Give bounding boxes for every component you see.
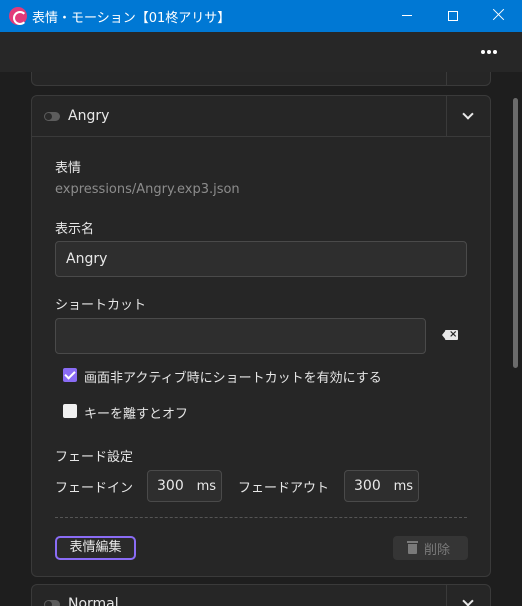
app-icon bbox=[9, 7, 27, 25]
next-expression-card: Normal bbox=[31, 584, 491, 606]
shortcut-label: ショートカット bbox=[55, 298, 147, 313]
section-divider bbox=[55, 517, 467, 518]
chevron-down-icon bbox=[462, 108, 474, 120]
expression-path: expressions/Angry.exp3.json bbox=[55, 182, 240, 197]
chevron-down-icon bbox=[462, 595, 474, 606]
backspace-icon[interactable]: × bbox=[442, 329, 458, 340]
delete-button[interactable]: 削除 bbox=[393, 536, 468, 560]
toolbar bbox=[0, 32, 522, 72]
maximize-icon bbox=[448, 11, 458, 21]
trash-icon bbox=[407, 541, 418, 554]
expression-card-header[interactable]: Angry bbox=[32, 96, 490, 137]
window-titlebar: 表情・モーション【01柊アリサ】 bbox=[0, 0, 522, 32]
key-release-off-label: キーを離すとオフ bbox=[84, 407, 189, 422]
fade-in-unit: ms bbox=[196, 479, 216, 494]
fade-in-label: フェードイン bbox=[55, 481, 134, 496]
fade-out-label: フェードアウト bbox=[238, 481, 330, 496]
fade-out-value: 300 bbox=[354, 478, 381, 494]
previous-expression-card bbox=[31, 72, 491, 86]
window-title: 表情・モーション【01柊アリサ】 bbox=[32, 11, 231, 26]
maximize-button[interactable] bbox=[430, 0, 476, 32]
inactive-shortcut-label: 画面非アクティブ時にショートカットを有効にする bbox=[84, 371, 382, 386]
expression-name: Normal bbox=[68, 596, 119, 606]
fade-in-input[interactable]: 300 ms bbox=[147, 470, 222, 502]
close-button[interactable] bbox=[476, 0, 522, 32]
ellipsis-dot-icon bbox=[481, 50, 485, 54]
expression-label: 表情 bbox=[55, 161, 82, 176]
fade-in-value: 300 bbox=[157, 478, 184, 494]
header-divider bbox=[446, 72, 447, 85]
expression-list[interactable]: Angry 表情 expressions/Angry.exp3.json 表示名… bbox=[0, 72, 522, 606]
minimize-icon bbox=[402, 15, 412, 16]
fade-out-unit: ms bbox=[393, 479, 413, 494]
scrollbar[interactable] bbox=[510, 72, 520, 606]
inactive-shortcut-checkbox[interactable] bbox=[63, 368, 77, 382]
shortcut-input[interactable] bbox=[55, 318, 426, 354]
collapse-button[interactable] bbox=[447, 96, 491, 137]
key-release-off-checkbox[interactable] bbox=[63, 404, 77, 418]
display-name-label: 表示名 bbox=[55, 222, 95, 237]
delete-label: 削除 bbox=[424, 543, 451, 558]
enable-toggle[interactable] bbox=[44, 112, 60, 121]
expand-button[interactable] bbox=[447, 585, 491, 606]
expression-card: Angry 表情 expressions/Angry.exp3.json 表示名… bbox=[31, 95, 491, 577]
fade-settings-label: フェード設定 bbox=[55, 450, 134, 465]
scrollbar-thumb[interactable] bbox=[513, 98, 518, 368]
enable-toggle[interactable] bbox=[44, 600, 60, 606]
ellipsis-dot-icon bbox=[493, 50, 497, 54]
display-name-input[interactable]: Angry bbox=[55, 241, 467, 277]
expression-name: Angry bbox=[68, 108, 110, 124]
more-options-button[interactable] bbox=[480, 42, 500, 62]
edit-expression-button[interactable]: 表情編集 bbox=[55, 536, 136, 560]
fade-out-input[interactable]: 300 ms bbox=[344, 470, 419, 502]
ellipsis-dot-icon bbox=[487, 50, 491, 54]
close-icon bbox=[493, 8, 505, 20]
minimize-button[interactable] bbox=[384, 0, 430, 32]
